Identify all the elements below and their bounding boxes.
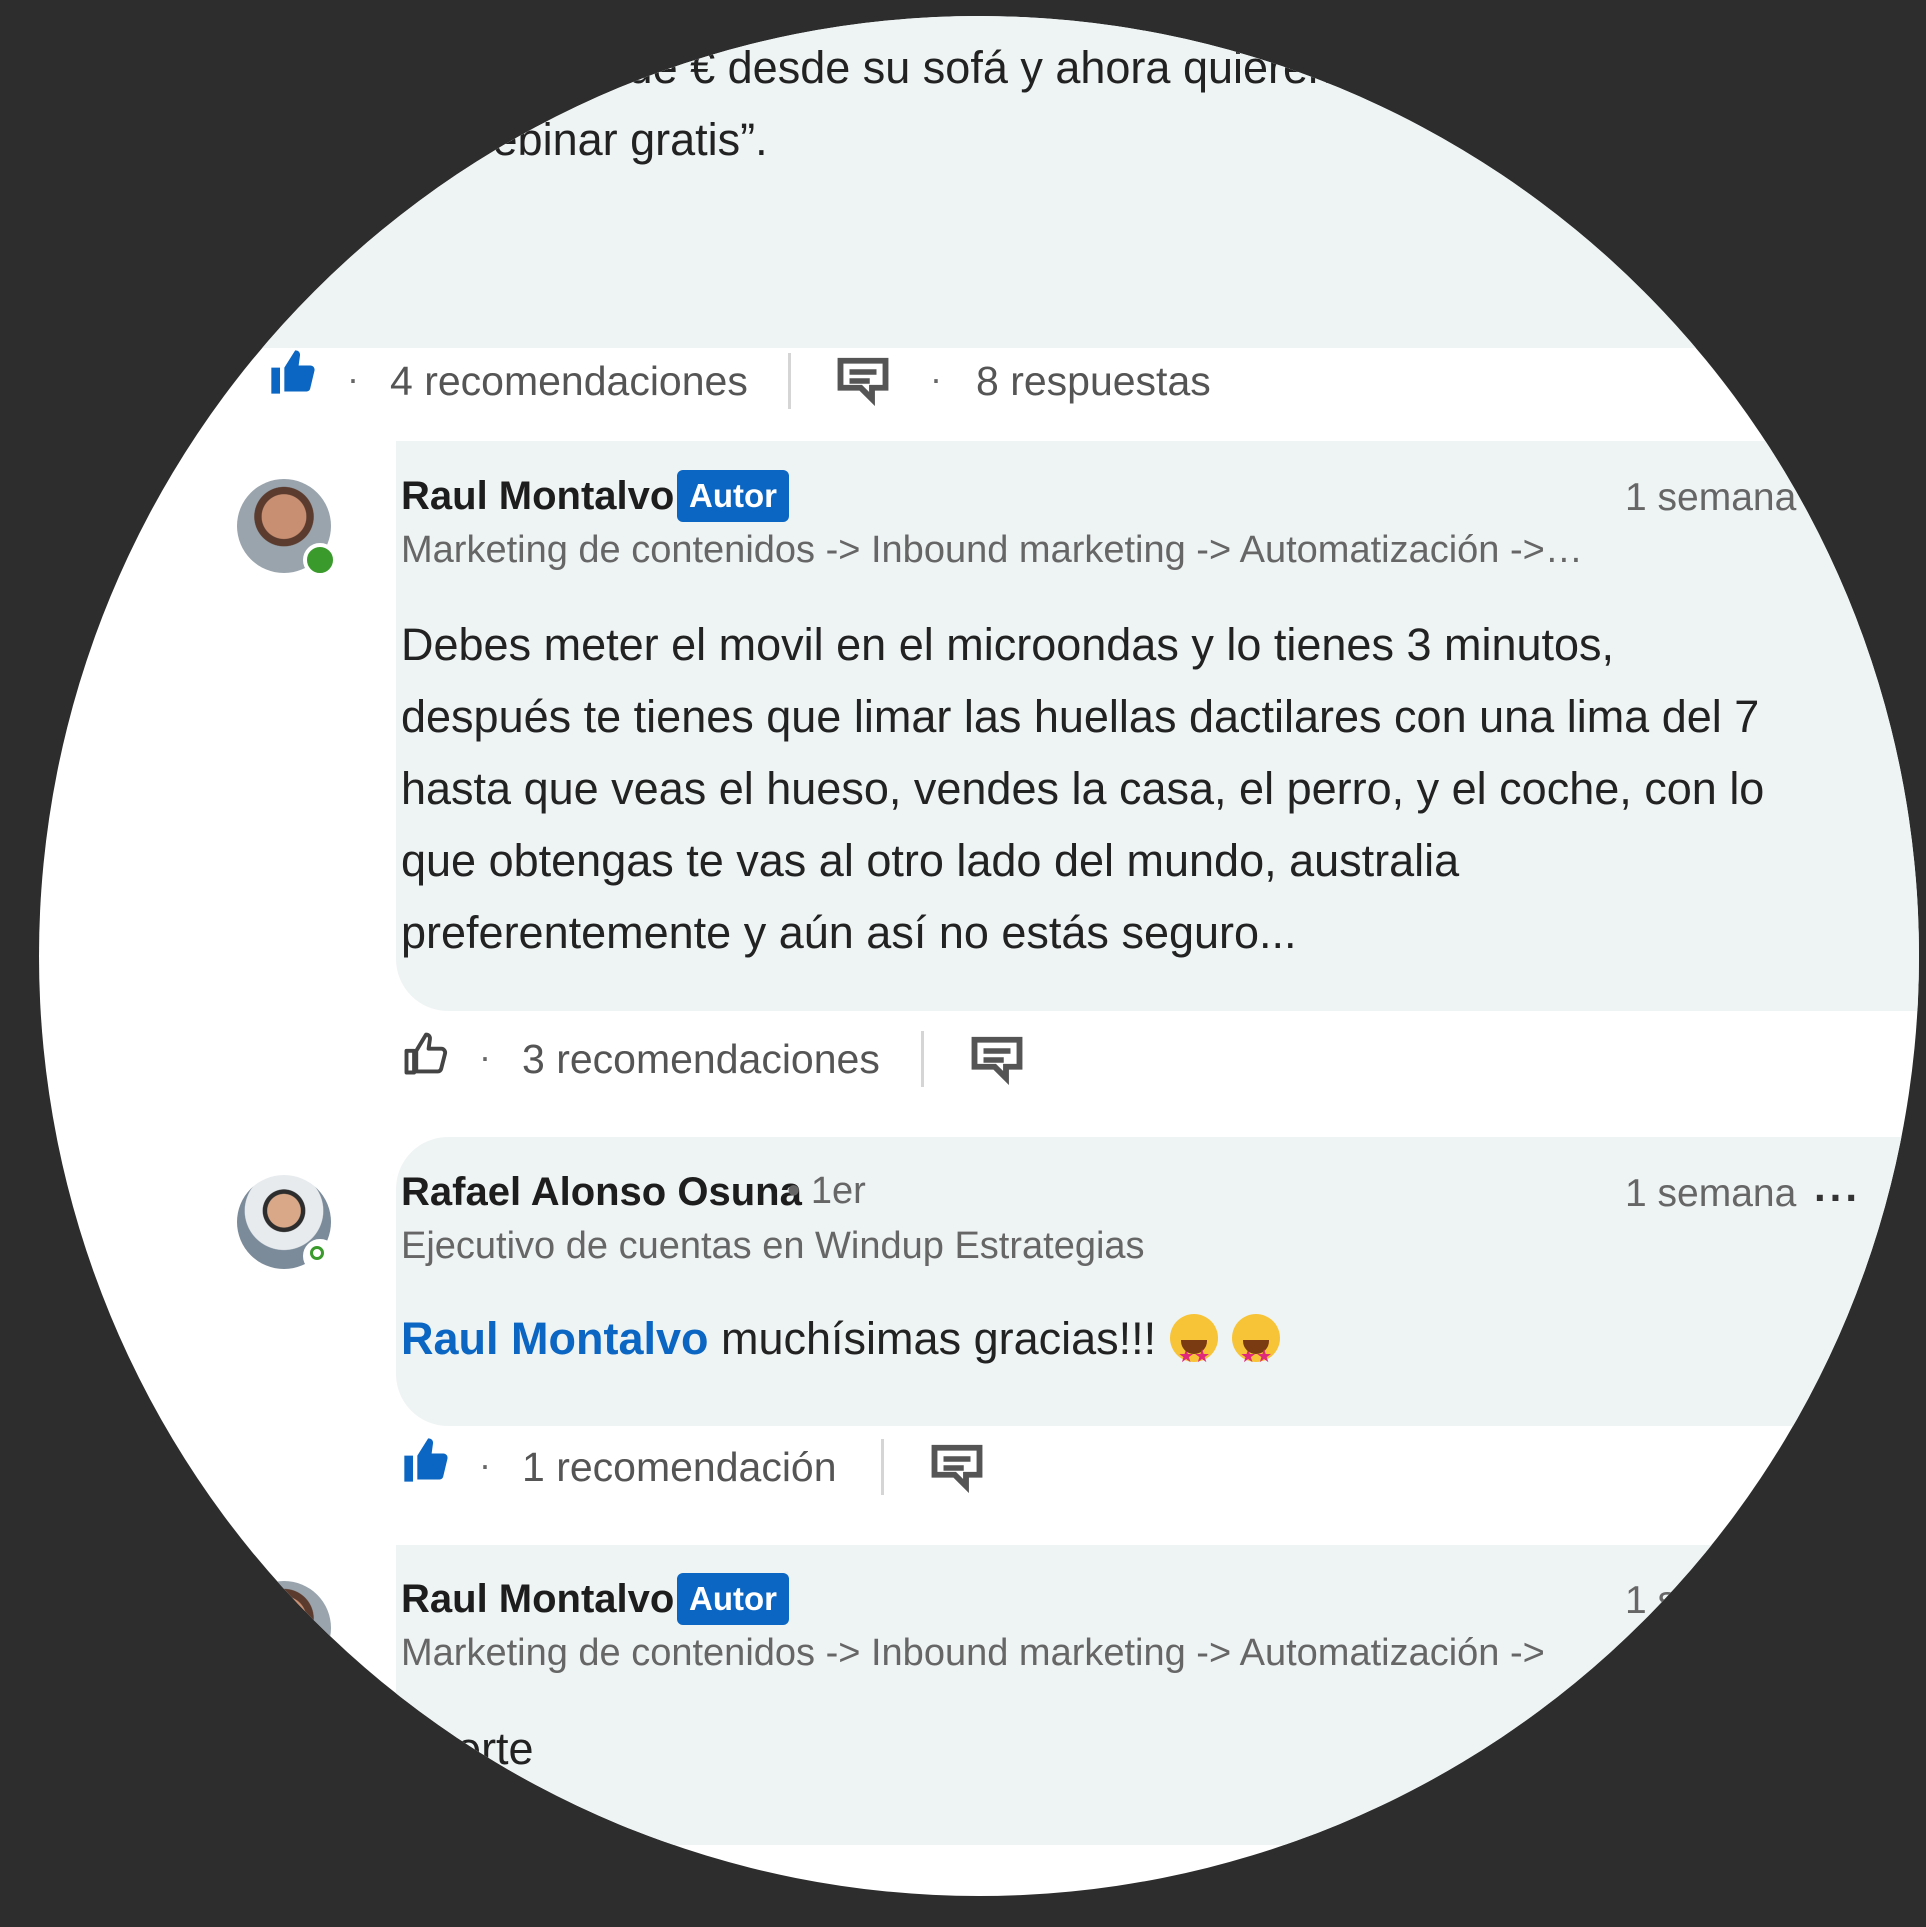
comment-likes-count[interactable]: 1 recomendación (522, 1444, 837, 1491)
reply-icon[interactable] (970, 1035, 1024, 1085)
comment-body-line: Debes meter el movil en el microondas y … (401, 619, 1615, 670)
online-status-indicator (303, 1239, 337, 1273)
magnified-view: te que, y cito textualmente millones de … (39, 16, 1919, 1896)
like-filled-icon[interactable] (400, 1434, 452, 1486)
connection-degree: • 1er (787, 1170, 866, 1212)
separator-dot: · (479, 1036, 491, 1077)
comment-body-line: preferentemente y aún así no estás segur… (401, 907, 1297, 958)
star-struck-emoji-icon (1170, 1314, 1219, 1392)
author-headline: Ejecutivo de cuentas en Windup Estrategi… (401, 1225, 1145, 1267)
comment-author-name[interactable]: Rafael Alonso Osuna (401, 1170, 802, 1215)
comment-likes-count[interactable]: 3 recomendaciones (522, 1036, 880, 1083)
star-struck-emoji-icon (1232, 1314, 1281, 1392)
comment-icon[interactable] (836, 356, 890, 406)
divider (921, 1031, 924, 1087)
author-headline: Marketing de contenidos -> Inbound marke… (401, 1632, 1545, 1674)
like-filled-icon[interactable] (267, 346, 319, 398)
comment-body: Debes meter el movil en el microondas y … (401, 609, 1764, 969)
separator-dot: · (347, 358, 359, 399)
separator-dot: · (930, 358, 942, 399)
online-status-indicator (303, 1645, 337, 1679)
divider (881, 1439, 884, 1495)
online-status-indicator (303, 543, 337, 577)
reply-icon[interactable] (930, 1443, 984, 1493)
post-text-line: millones de € desde su sofá y ahora quie… (450, 42, 1334, 93)
comment-body-line: hasta que veas el hueso, vendes la casa,… (401, 763, 1765, 814)
comment-timestamp: 1 s (1625, 1579, 1678, 1622)
post-text: te que, y cito textualmente millones de … (380, 16, 1880, 176)
author-headline: Marketing de contenidos -> Inbound marke… (401, 529, 1583, 571)
comment-body-line: después te tienes que limar las huellas … (401, 691, 1760, 742)
avatar[interactable] (237, 479, 337, 577)
like-outline-icon[interactable] (400, 1027, 452, 1079)
author-badge: Autor (677, 470, 789, 522)
separator-dot: · (479, 1444, 491, 1485)
post-text-line: su webinar gratis”. (400, 114, 768, 165)
author-badge: Autor (677, 1573, 789, 1625)
divider (788, 353, 791, 409)
post-text-line: te que, y cito textualmente (380, 16, 1880, 32)
post-replies-count[interactable]: 8 respuestas (976, 358, 1211, 405)
comment-body-line: Suerte (401, 1723, 534, 1774)
comment-body: Raul Montalvo muchísimas gracias!!! (401, 1303, 1281, 1392)
avatar[interactable] (237, 1175, 337, 1273)
avatar[interactable] (237, 1581, 337, 1679)
more-options-button[interactable]: ... (1814, 1163, 1861, 1211)
post-likes-count[interactable]: 4 recomendaciones (390, 358, 748, 405)
comment-author-name[interactable]: Raul Montalvo (401, 1577, 674, 1622)
comment-timestamp: 1 semana (1625, 476, 1797, 519)
comment-body: Suerte (401, 1713, 534, 1785)
comment-timestamp: 1 semana (1625, 1172, 1797, 1215)
comment-body-line: que obtengas te vas al otro lado del mun… (401, 835, 1460, 886)
comment-author-name[interactable]: Raul Montalvo (401, 474, 674, 519)
mention-link[interactable]: Raul Montalvo (401, 1313, 709, 1364)
comment-text: muchísimas gracias!!! (708, 1313, 1157, 1364)
